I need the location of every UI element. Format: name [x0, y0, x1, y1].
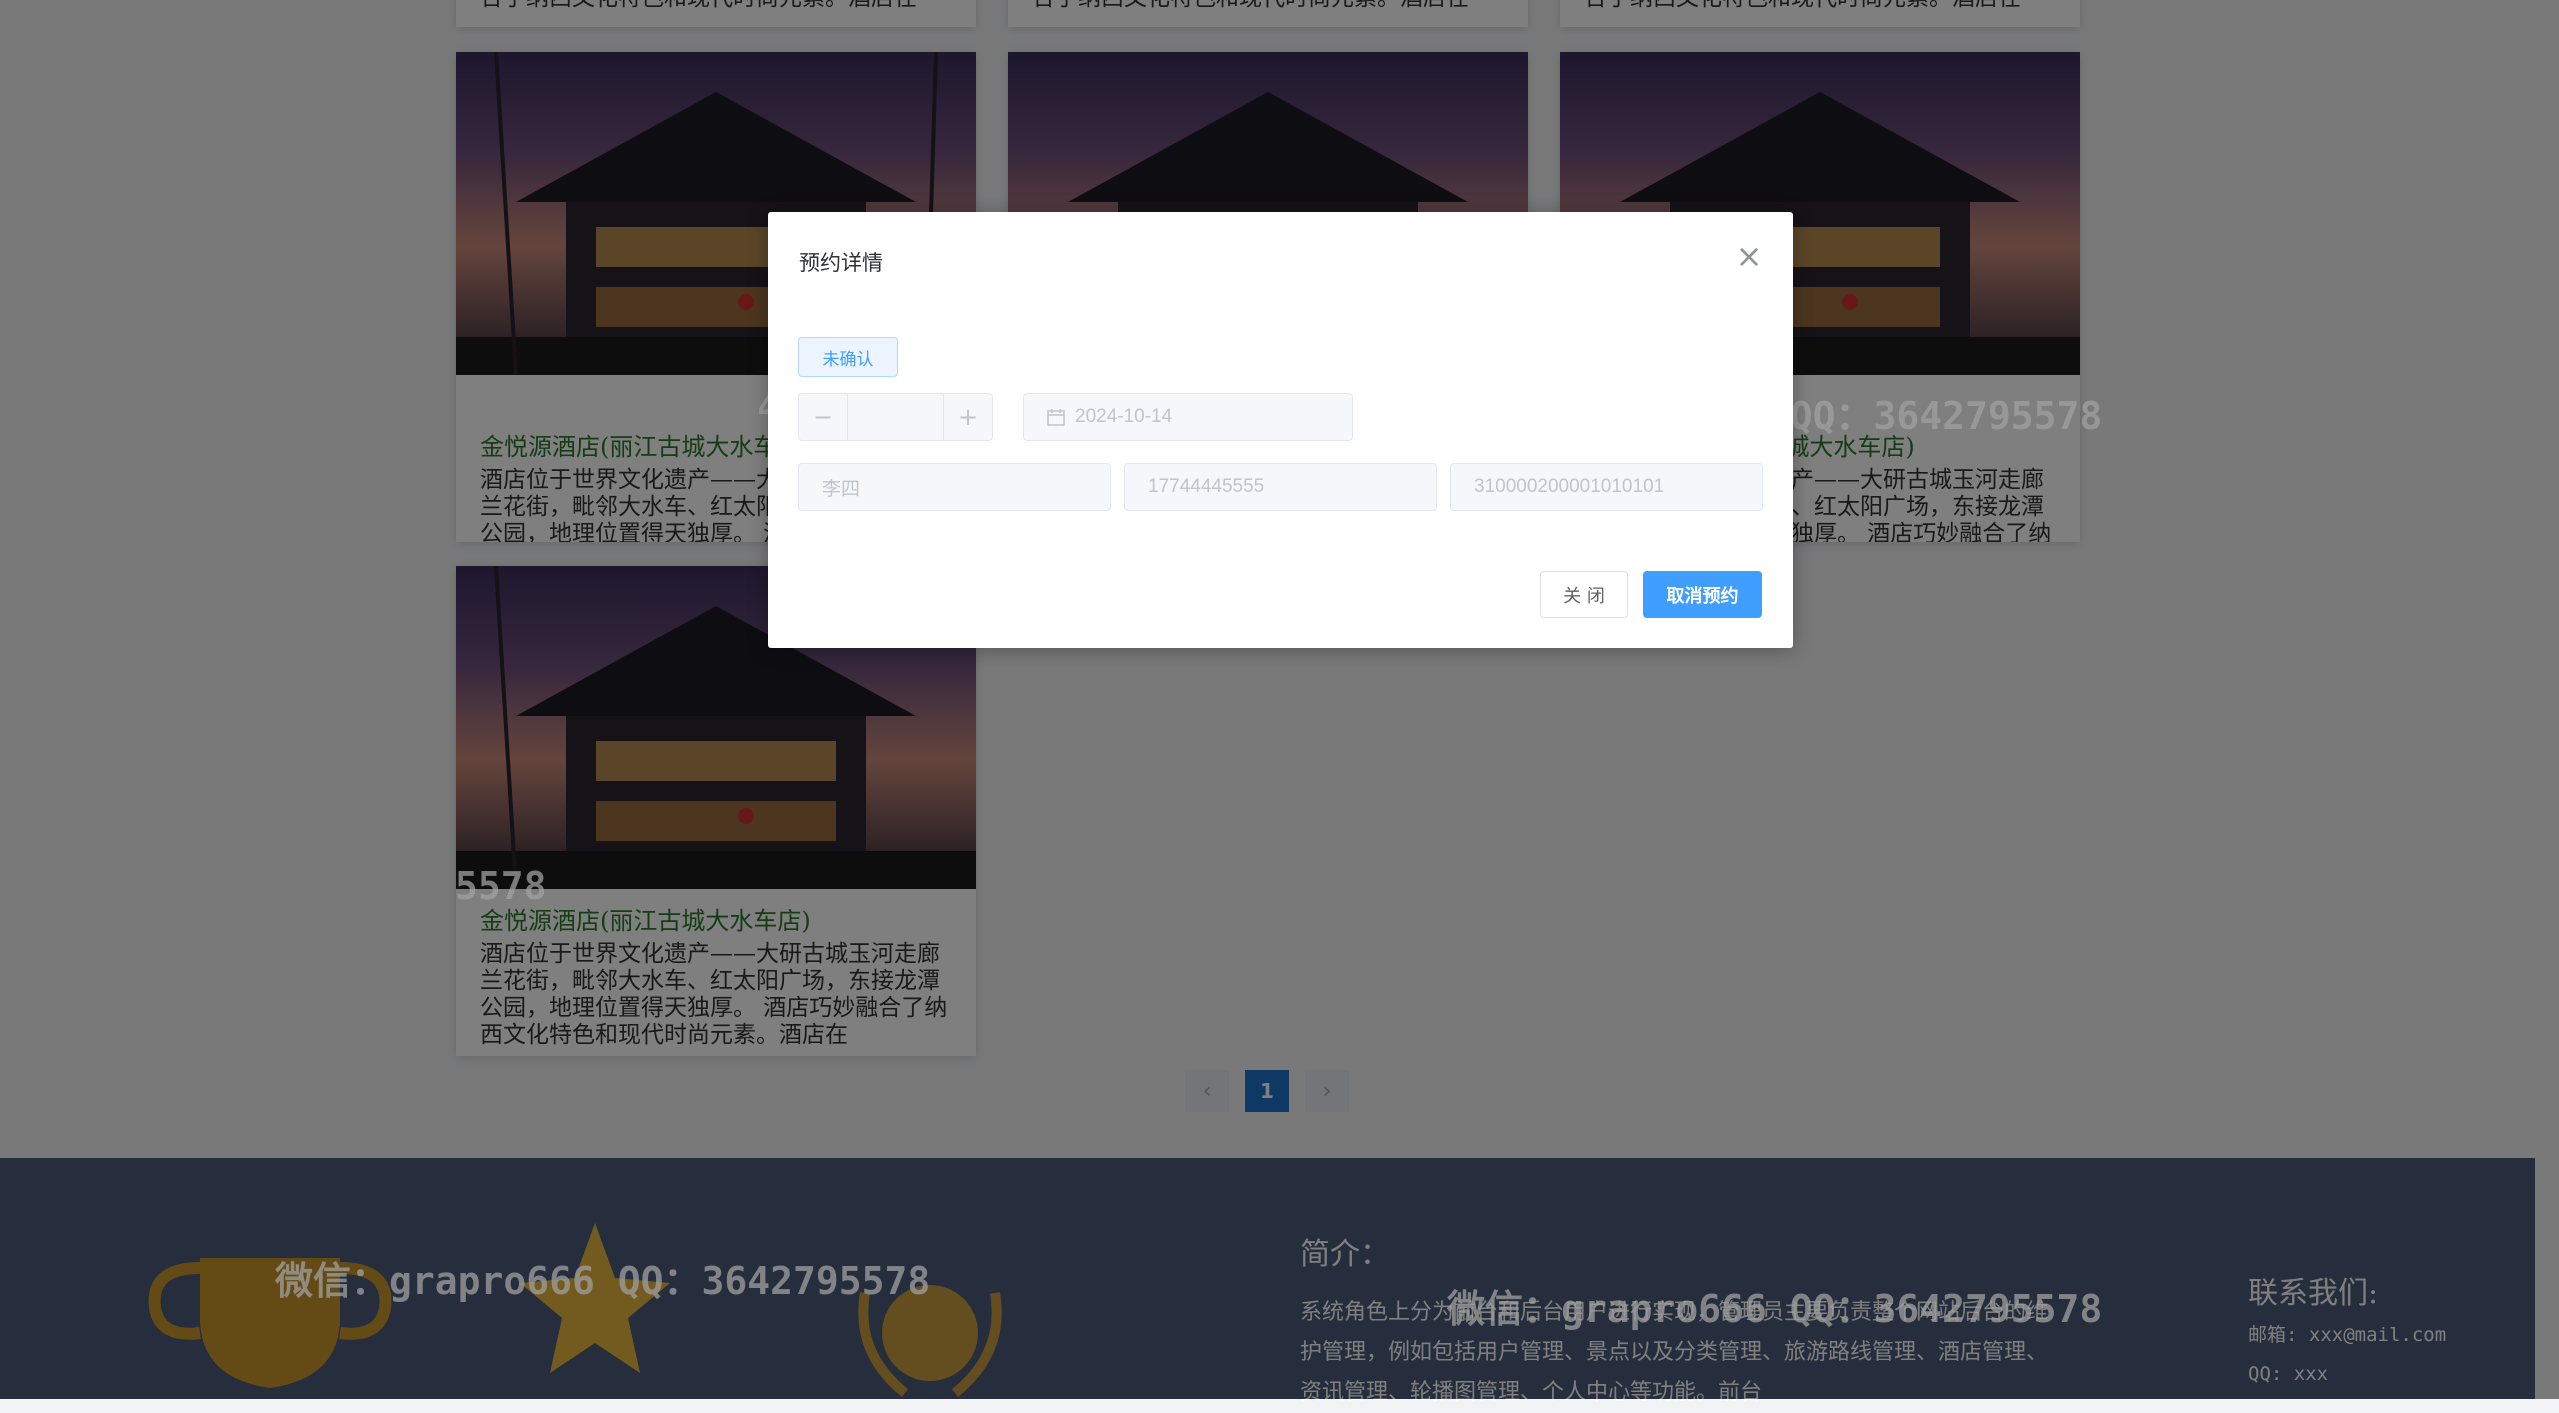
date-field[interactable]: 2024-10-14 [1023, 393, 1353, 441]
quantity-stepper[interactable]: − + [798, 393, 993, 441]
watermark-fragment: 5578 [455, 864, 547, 908]
modal-overlay[interactable] [0, 0, 2559, 1399]
quantity-value [848, 394, 943, 440]
status-badge: 未确认 [798, 337, 898, 377]
minus-icon[interactable]: − [799, 394, 848, 440]
calendar-icon [1047, 409, 1065, 426]
plus-icon[interactable]: + [943, 394, 992, 440]
date-value: 2024-10-14 [1075, 406, 1173, 427]
name-field[interactable]: 李四 [798, 463, 1111, 511]
booking-detail-dialog: 预约详情 × 未确认 − + 2024-10-14 李四 17744445555… [768, 212, 1793, 648]
page: 合了纳西文化特色和现代时尚元素。酒店在 合了纳西文化特色和现代时尚元素。酒店在 … [0, 0, 2559, 1405]
phone-field[interactable]: 17744445555 [1124, 463, 1437, 511]
id-number-field[interactable]: 310000200001010101 [1450, 463, 1763, 511]
watermark: 微信：grapro666 QQ：3642795578 [275, 1259, 931, 1303]
close-icon[interactable]: × [1735, 240, 1763, 272]
close-button[interactable]: 关 闭 [1540, 571, 1628, 618]
cancel-booking-button[interactable]: 取消预约 [1643, 571, 1762, 618]
watermark: 微信：grapro666 QQ：3642795578 [1447, 1287, 2103, 1331]
dialog-title: 预约详情 [799, 251, 883, 275]
